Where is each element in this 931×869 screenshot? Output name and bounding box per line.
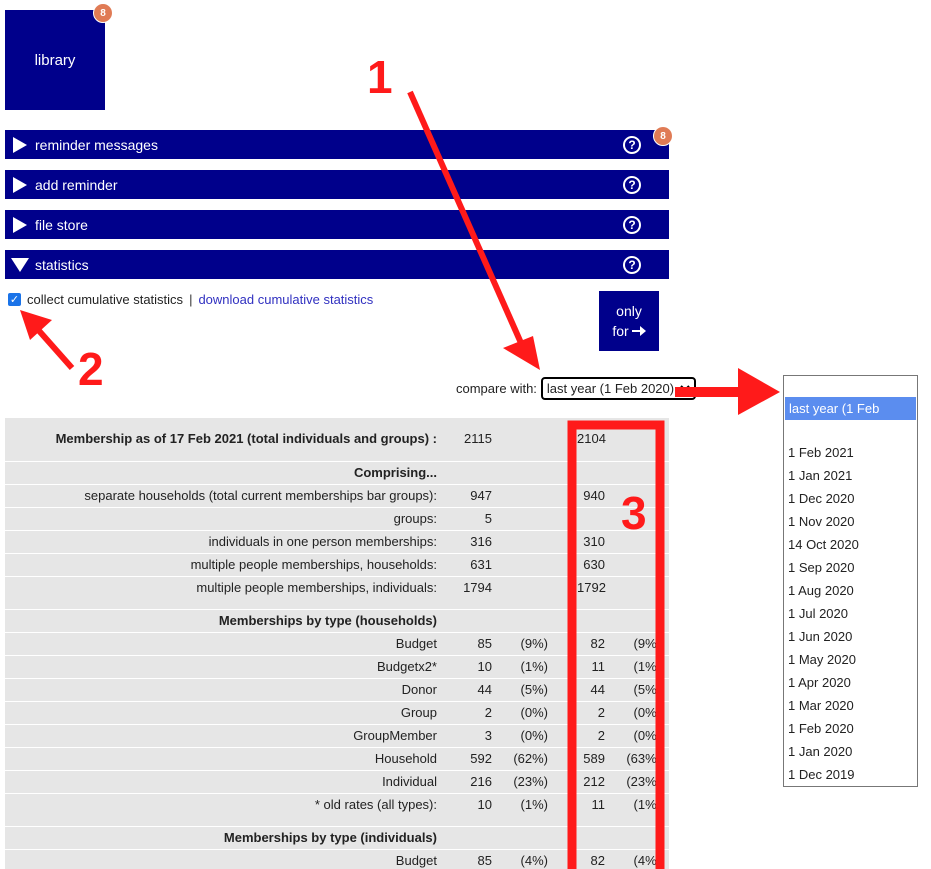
annotation-highlight-box [567,420,665,869]
annotation-arrowhead-1 [503,336,540,370]
annotation-arrowhead-right [738,368,780,415]
annotation-arrow-right [675,387,740,397]
annotation-number-1: 1 [367,51,393,103]
annotation-number-3: 3 [621,487,647,539]
annotation-arrow-1 [407,90,528,354]
annotation-overlay [20,90,780,869]
annotation-number-2: 2 [78,343,104,395]
